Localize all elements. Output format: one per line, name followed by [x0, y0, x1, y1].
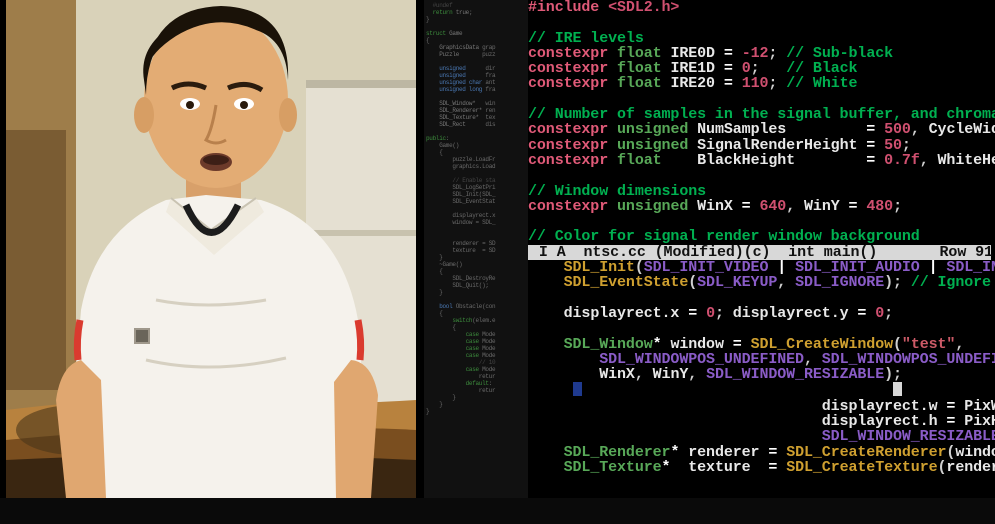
id-whitehe: WhiteHe — [938, 152, 995, 169]
type-sdl-texture: SDL_Texture — [564, 459, 662, 476]
cmt-white: // White — [786, 75, 857, 92]
text-cursor-secondary — [573, 382, 582, 396]
editor-status-bar: I A ntsc.cc (Modified)(c) int main() Row… — [528, 245, 991, 260]
id-bh: BlackHeight — [697, 152, 795, 169]
cmt-ignore: // Ignore — [911, 274, 991, 291]
webcam-illustration — [6, 0, 416, 498]
app-root: #undef return true; } struct Game { Grap… — [0, 0, 995, 524]
id-ire20: IRE20 — [670, 75, 715, 92]
text-cursor — [893, 382, 902, 396]
id-disprect-y: displayrect.y — [733, 305, 849, 322]
fn-sdl-eventstate: SDL_EventState — [564, 274, 689, 291]
code-editor[interactable]: #include <SDL2.h> // IRE levels constexp… — [528, 0, 995, 498]
id-cyclewid: CycleWid — [929, 121, 995, 138]
webcam-pane — [6, 0, 416, 498]
bottom-bar — [0, 498, 995, 524]
status-mode: I A — [539, 244, 566, 261]
include-directive: #include — [528, 0, 599, 16]
fn-createtexture: SDL_CreateTexture — [786, 459, 937, 476]
include-header: <SDL2.h> — [608, 0, 679, 16]
id-winy: WinY — [804, 198, 840, 215]
id-disprect-x: displayrect.x — [564, 305, 680, 322]
code-minimap[interactable]: #undef return true; } struct Game { Grap… — [424, 0, 528, 498]
id-winx: WinX — [697, 198, 733, 215]
